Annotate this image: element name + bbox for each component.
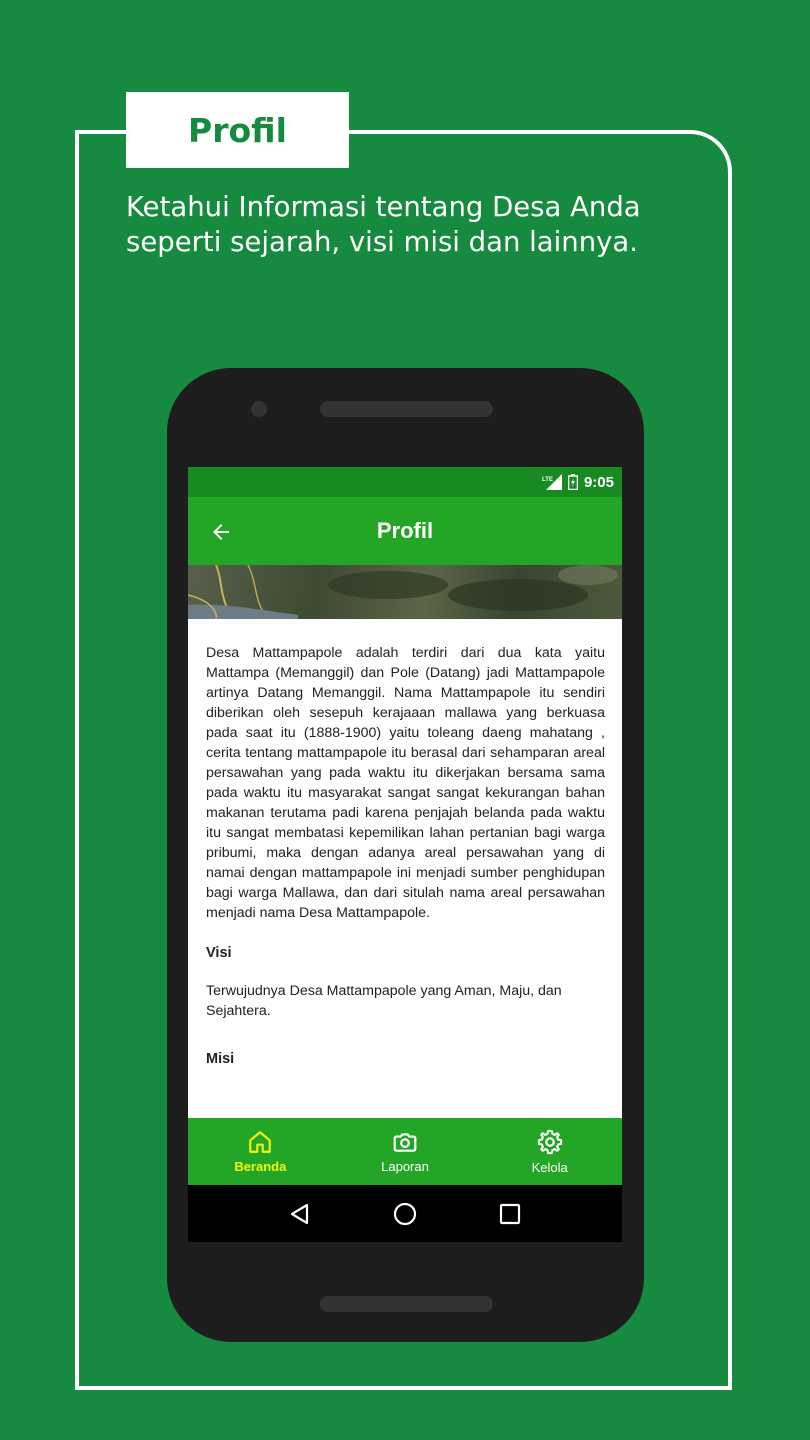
earpiece-speaker [320,401,493,417]
home-circle-icon[interactable] [393,1202,417,1226]
app-bar: Profil [188,497,622,565]
status-bar: LTE 9:05 [188,467,622,497]
tagline-line-2: seperti sejarah, visi misi dan lainnya. [126,226,638,258]
arrow-left-icon [213,524,229,540]
tagline-line-1: Ketahui Informasi tentang Desa Anda [126,191,641,223]
back-button[interactable] [206,517,236,547]
clock-time: 9:05 [583,473,614,491]
history-paragraph: Desa Mattampapole adalah terdiri dari du… [206,645,605,921]
front-camera [251,401,267,417]
phone-screen: LTE 9:05 Profil Desa Mattampapole adalah… [188,467,622,1242]
nav-label-beranda: Beranda [234,1159,287,1174]
gear-icon [537,1129,562,1155]
nav-label-laporan: Laporan [381,1159,429,1174]
home-icon [249,1131,272,1153]
village-aerial-image [188,565,622,619]
system-navigation-bar [188,1185,622,1242]
promo-tagline: Ketahui Informasi tentang Desa Anda sepe… [126,190,726,260]
visi-text: Terwujudnya Desa Mattampapole yang Aman,… [206,983,562,1019]
lte-signal-icon: LTE [542,474,562,490]
page-title: Profil [376,518,434,543]
nav-item-beranda[interactable]: Beranda [188,1118,333,1185]
bottom-speaker [320,1296,493,1312]
promo-title-box: Profil [126,92,349,168]
battery-icon [567,474,578,490]
misi-heading: Misi [206,1051,235,1067]
svg-text:LTE: LTE [542,477,553,483]
nav-item-laporan[interactable]: Laporan [333,1118,478,1185]
visi-heading: Visi [206,945,232,961]
promo-title: Profil [188,110,287,150]
camera-icon [393,1133,417,1152]
recents-square-icon[interactable] [499,1203,521,1225]
nav-item-kelola[interactable]: Kelola [477,1118,622,1185]
bottom-navigation: Beranda Laporan Kelola [188,1118,622,1185]
profile-content[interactable]: Desa Mattampapole adalah terdiri dari du… [188,619,622,1118]
nav-label-kelola: Kelola [531,1160,568,1175]
back-triangle-icon[interactable] [289,1203,311,1225]
